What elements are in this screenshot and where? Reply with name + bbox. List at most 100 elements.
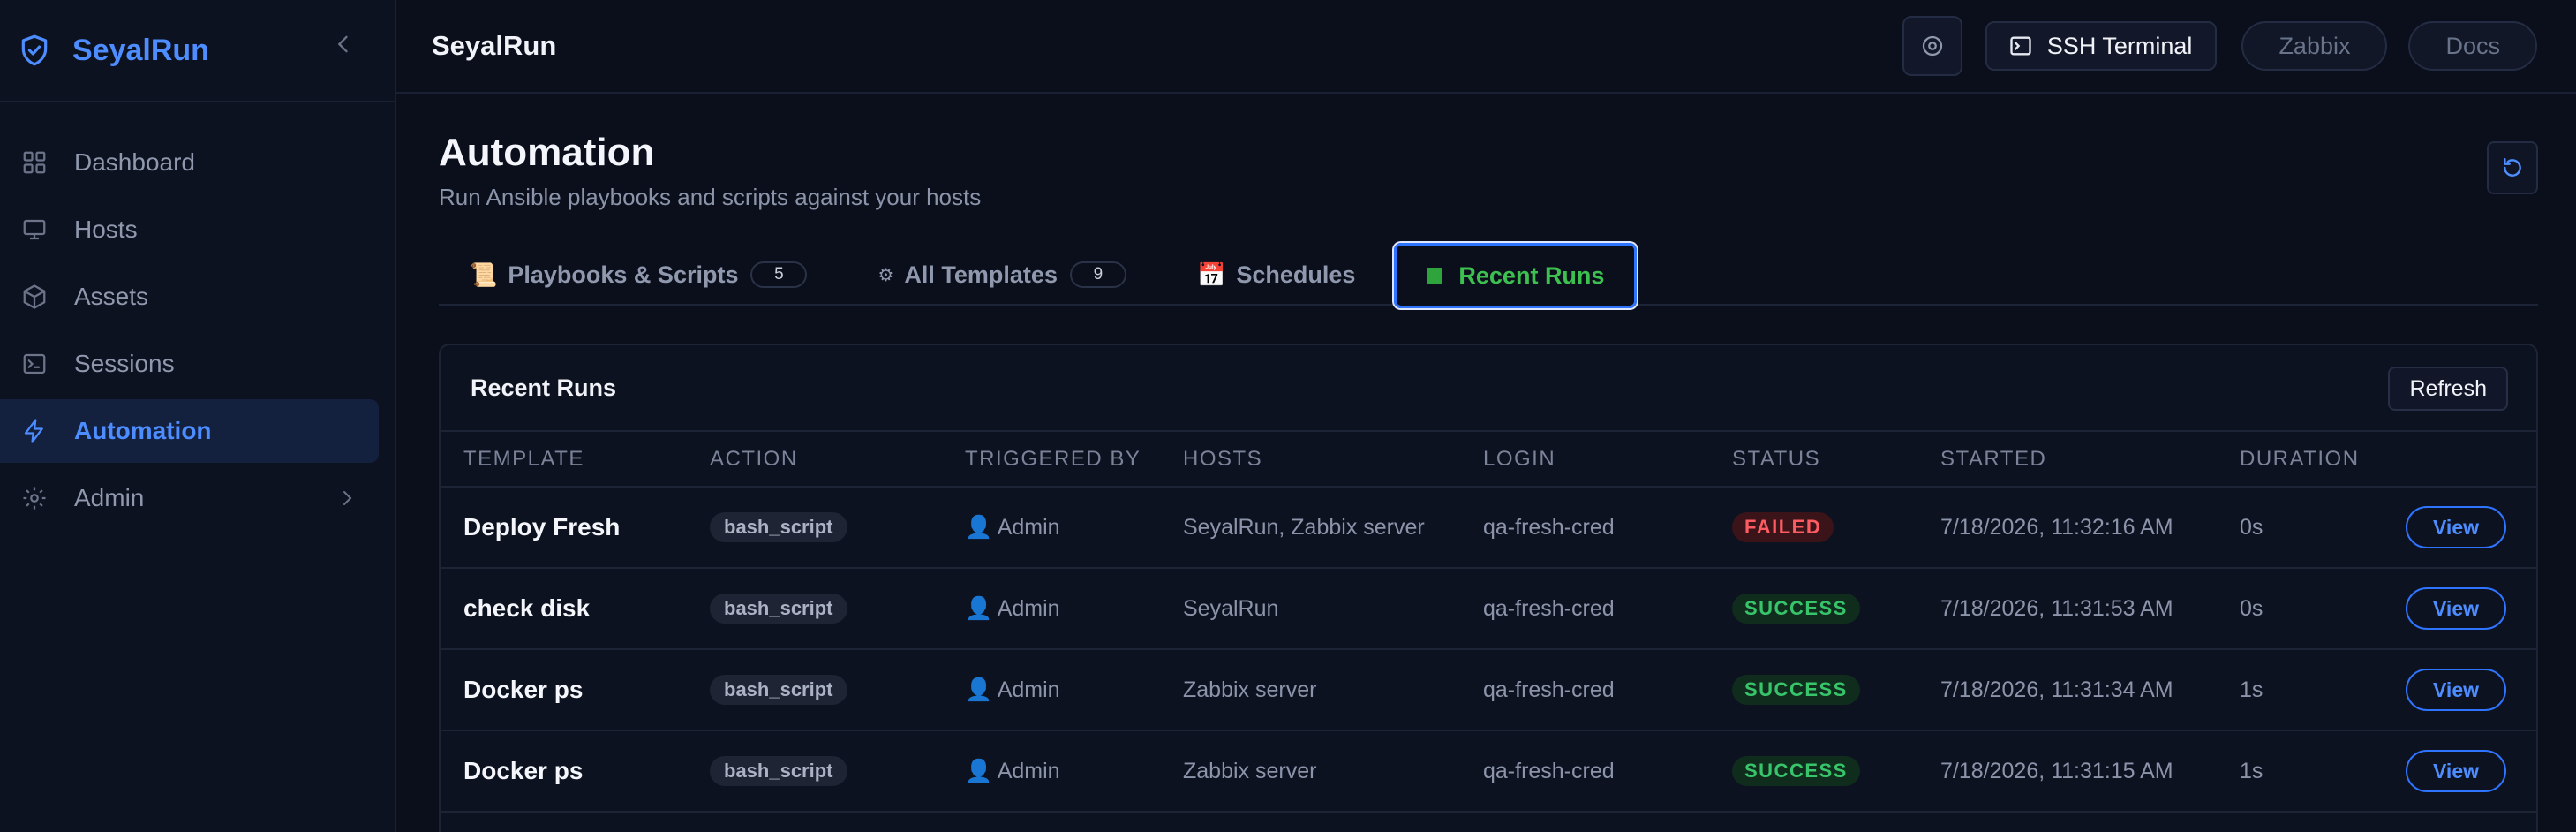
- reload-button[interactable]: [2487, 141, 2538, 194]
- page-content: Automation Run Ansible playbooks and scr…: [396, 94, 2576, 832]
- view-button[interactable]: View: [2406, 506, 2506, 548]
- sidebar: SeyalRun Dashboard Hosts Assets Sessions: [0, 0, 396, 832]
- sidebar-item-sessions[interactable]: Sessions: [0, 332, 379, 396]
- table-row: Deploy Fresh bash_script 👤 Admin SeyalRu…: [441, 487, 2536, 569]
- chevron-left-icon[interactable]: [331, 32, 356, 57]
- sidebar-item-dashboard[interactable]: Dashboard: [0, 131, 379, 194]
- sidebar-item-hosts[interactable]: Hosts: [0, 198, 379, 261]
- cell-status: SUCCESS: [1709, 568, 1917, 650]
- cell-login: qa-fresh-cred: [1460, 568, 1709, 650]
- chevron-right-icon: [343, 491, 352, 505]
- view-button[interactable]: View: [2406, 669, 2506, 711]
- gear-icon: ⚙: [877, 265, 894, 285]
- tab-label: Recent Runs: [1458, 261, 1605, 289]
- cell-triggered-by: 👤 Admin: [942, 487, 1160, 569]
- gear-icon: [1922, 35, 1942, 57]
- settings-button[interactable]: [1902, 16, 1962, 76]
- table-row: Docker ps bash_script 👤 Admin Zabbix ser…: [441, 649, 2536, 731]
- column-header: TEMPLATE: [441, 432, 687, 488]
- cell-triggered-by: 👤 Admin: [942, 649, 1160, 731]
- shield-icon: [21, 34, 48, 66]
- topbar-actions: SSH Terminal Zabbix Docs: [1902, 16, 2537, 76]
- sidebar-item-label: Assets: [74, 283, 149, 310]
- action-tag: bash_script: [710, 756, 847, 786]
- tab-all-templates[interactable]: ⚙ All Templates 9: [823, 243, 1142, 306]
- cell-template: check disk: [441, 568, 687, 650]
- cell-duration: 1s: [2217, 730, 2395, 813]
- docs-button[interactable]: Docs: [2408, 21, 2537, 71]
- sidebar-item-automation[interactable]: Automation: [0, 399, 379, 463]
- tab-recent-runs[interactable]: Recent Runs: [1394, 243, 1638, 308]
- column-header: DURATION: [2217, 432, 2395, 488]
- tab-schedules[interactable]: 📅 Schedules: [1142, 243, 1371, 306]
- cell-action: bash_script: [687, 649, 942, 731]
- cell-action: bash_script: [687, 487, 942, 569]
- tab-label: All Templates: [904, 261, 1058, 288]
- cell-started: 7/18/2026, 11:32:16 AM: [1917, 487, 2217, 569]
- cell-status: FAILED: [1709, 487, 1917, 569]
- ssh-terminal-button[interactable]: SSH Terminal: [1985, 21, 2218, 71]
- gear-icon: [23, 487, 46, 510]
- cell-actions: View: [2395, 487, 2536, 569]
- tab-count: 5: [750, 261, 808, 288]
- column-header: STARTED: [1917, 432, 2217, 488]
- zabbix-button[interactable]: Zabbix: [2241, 21, 2388, 71]
- column-header: LOGIN: [1460, 432, 1709, 488]
- cell-started: 7/18/2026, 11:31:53 AM: [1917, 568, 2217, 650]
- cell-hosts: SeyalRun: [1160, 568, 1460, 650]
- sidebar-item-label: Dashboard: [74, 148, 195, 176]
- cell-duration: 0s: [2217, 568, 2395, 650]
- cell-login: qa-fresh-cred: [1460, 730, 1709, 813]
- cell-duration: 1s: [2217, 649, 2395, 731]
- brand: SeyalRun: [0, 0, 395, 102]
- cell-started: 7/18/2026, 11:31:15 AM: [1917, 730, 2217, 813]
- terminal-icon: [2010, 36, 2031, 56]
- cell-hosts: Zabbix server: [1160, 649, 1460, 731]
- action-tag: bash_script: [710, 512, 847, 542]
- status-badge: SUCCESS: [1732, 594, 1860, 624]
- cell-template: Deploy Fresh: [441, 487, 687, 569]
- tab-label: Schedules: [1236, 261, 1356, 288]
- cell-action: bash_script: [687, 730, 942, 813]
- tab-playbooks-scripts[interactable]: 📜 Playbooks & Scripts 5: [439, 243, 823, 306]
- cell-hosts: SeyalRun, Zabbix server: [1160, 487, 1460, 569]
- action-tag: bash_script: [710, 675, 847, 705]
- view-button[interactable]: View: [2406, 750, 2506, 792]
- scroll-icon: 📜: [469, 261, 498, 288]
- tab-bar: 📜 Playbooks & Scripts 5 ⚙ All Templates …: [439, 243, 2538, 308]
- cell-triggered-by: 👤 Admin: [942, 730, 1160, 813]
- column-header: HOSTS: [1160, 432, 1460, 488]
- lightning-icon: [24, 419, 43, 443]
- cell-started: 7/18/2026, 11:31:34 AM: [1917, 649, 2217, 731]
- column-header: TRIGGERED BY: [942, 432, 1160, 488]
- app-shell: SeyalRun Dashboard Hosts Assets Sessions: [0, 0, 2576, 832]
- cell-hosts: Zabbix server: [1160, 730, 1460, 813]
- cell-template: Docker ps: [441, 730, 687, 813]
- status-badge: SUCCESS: [1732, 675, 1860, 705]
- page-subtitle: Run Ansible playbooks and scripts agains…: [439, 184, 982, 210]
- calendar-icon: 📅: [1196, 261, 1226, 288]
- cell-login: qa-fresh-cred: [1460, 487, 1709, 569]
- cell-actions: View: [2395, 568, 2536, 650]
- column-header: ACTION: [687, 432, 942, 488]
- brand-name: SeyalRun: [72, 33, 209, 67]
- topbar: SeyalRun SSH Terminal Zabbix Docs: [396, 0, 2576, 94]
- column-header: STATUS: [1709, 432, 1917, 488]
- sidebar-item-label: Hosts: [74, 216, 138, 243]
- sidebar-nav: Dashboard Hosts Assets Sessions Automati…: [0, 102, 395, 530]
- tab-count: 9: [1069, 261, 1126, 288]
- refresh-button[interactable]: Refresh: [2388, 367, 2508, 411]
- status-badge: SUCCESS: [1732, 756, 1860, 786]
- cell-login: qa-fresh-cred: [1460, 649, 1709, 731]
- sidebar-item-admin[interactable]: Admin: [0, 466, 379, 530]
- view-button[interactable]: View: [2406, 587, 2506, 630]
- cell-actions: View: [2395, 730, 2536, 813]
- sidebar-item-assets[interactable]: Assets: [0, 265, 379, 329]
- action-tag: bash_script: [710, 594, 847, 624]
- column-header-actions: [2395, 432, 2536, 488]
- table-row: check disk bash_script 👤 Admin SeyalRun …: [441, 568, 2536, 650]
- sidebar-item-label: Admin: [74, 484, 145, 511]
- cell-status: SUCCESS: [1709, 730, 1917, 813]
- card-header: Recent Runs Refresh: [441, 345, 2536, 432]
- cell-triggered-by: 👤 Admin: [942, 568, 1160, 650]
